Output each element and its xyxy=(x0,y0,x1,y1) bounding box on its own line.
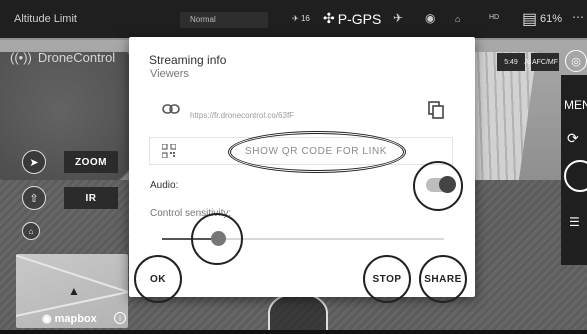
time-chip: 5:49 xyxy=(497,53,525,71)
audio-label: Audio: xyxy=(150,180,179,191)
takeoff-icon[interactable]: ⇧ xyxy=(22,186,46,210)
return-home-icon[interactable]: ⌂ xyxy=(22,222,40,240)
gps-status: ✣ P-GPS xyxy=(323,10,381,27)
mapbox-logo-icon: ◉ xyxy=(42,313,52,325)
show-qr-button[interactable]: SHOW QR CODE FOR LINK xyxy=(149,131,453,173)
remote-controller-icon: ◉ xyxy=(425,11,436,25)
camera-settings-icon[interactable]: ◎ xyxy=(565,50,587,72)
right-menu-panel: MEN ⟳ ☰ xyxy=(561,75,587,265)
stop-button[interactable]: STOP xyxy=(363,255,411,303)
share-button[interactable]: SHARE xyxy=(419,255,467,303)
annotation-circle xyxy=(191,213,244,265)
video-link-label: HD xyxy=(489,14,500,21)
info-icon[interactable]: i xyxy=(114,312,126,324)
link-icon xyxy=(162,104,180,114)
map-thumbnail[interactable]: ▲ ◉ mapbox i xyxy=(16,254,128,328)
navigation-icon[interactable]: ➤ xyxy=(22,150,46,174)
shutter-button[interactable] xyxy=(564,160,587,192)
flight-mode-indicator[interactable]: Normal xyxy=(180,12,268,28)
rc-signal-icon: ⌂ xyxy=(455,14,461,24)
bottom-bar xyxy=(0,330,587,334)
streaming-info-dialog: Streaming info Viewers https://fr.dronec… xyxy=(129,37,475,303)
copy-icon[interactable] xyxy=(428,101,444,119)
ok-button[interactable]: OK xyxy=(134,255,182,303)
menu-label[interactable]: MEN xyxy=(564,98,587,112)
annotation-circle xyxy=(413,161,463,211)
settings-sliders-icon[interactable]: ☰ xyxy=(569,215,580,229)
map-attribution: ◉ mapbox xyxy=(42,312,97,326)
stream-link[interactable]: https://fr.dronecontrol.co/63fF xyxy=(190,111,294,120)
drone-icon: ✣ xyxy=(323,10,335,26)
aircraft-signal-icon: ✈ xyxy=(393,11,404,25)
map-attribution-label: mapbox xyxy=(54,312,97,325)
focus-mode-label: AFC/MF xyxy=(531,58,559,66)
annotation-ellipse xyxy=(228,131,406,173)
drone-location-icon: ▲ xyxy=(68,284,80,298)
remaining-time: 5:49 xyxy=(504,58,518,66)
drone-name-label: DroneControl xyxy=(37,50,116,65)
satellite-count: ✈ 16 xyxy=(292,14,310,23)
ir-button[interactable]: IR xyxy=(64,187,118,209)
battery-percent: 61% xyxy=(540,13,563,25)
altitude-limit-label[interactable]: Altitude Limit xyxy=(14,13,77,25)
more-options-icon[interactable]: ⋯ xyxy=(572,10,584,24)
qr-code-icon xyxy=(162,144,176,158)
broadcast-icon: ((•)) xyxy=(10,50,32,65)
dialog-title: Streaming info xyxy=(149,53,227,67)
drone-connection: ((•)) DroneControl xyxy=(10,50,115,65)
status-bar: Altitude Limit Normal ✈ 16 ✣ P-GPS ✈ ◉ ⌂… xyxy=(0,0,587,38)
focus-mode-chip[interactable]: AFC/MF xyxy=(531,53,559,71)
camera-switch-icon[interactable]: ⟳ xyxy=(567,130,579,147)
battery-icon: ▤ xyxy=(522,11,538,28)
video-link-status: HD xyxy=(489,14,499,21)
satellite-count-value: 16 xyxy=(300,14,310,23)
satellite-icon: ✈ xyxy=(292,14,299,23)
zoom-button[interactable]: ZOOM xyxy=(64,151,118,173)
gps-mode-label: P-GPS xyxy=(337,10,382,27)
dialog-subtitle: Viewers xyxy=(150,68,189,80)
compass xyxy=(268,292,328,334)
